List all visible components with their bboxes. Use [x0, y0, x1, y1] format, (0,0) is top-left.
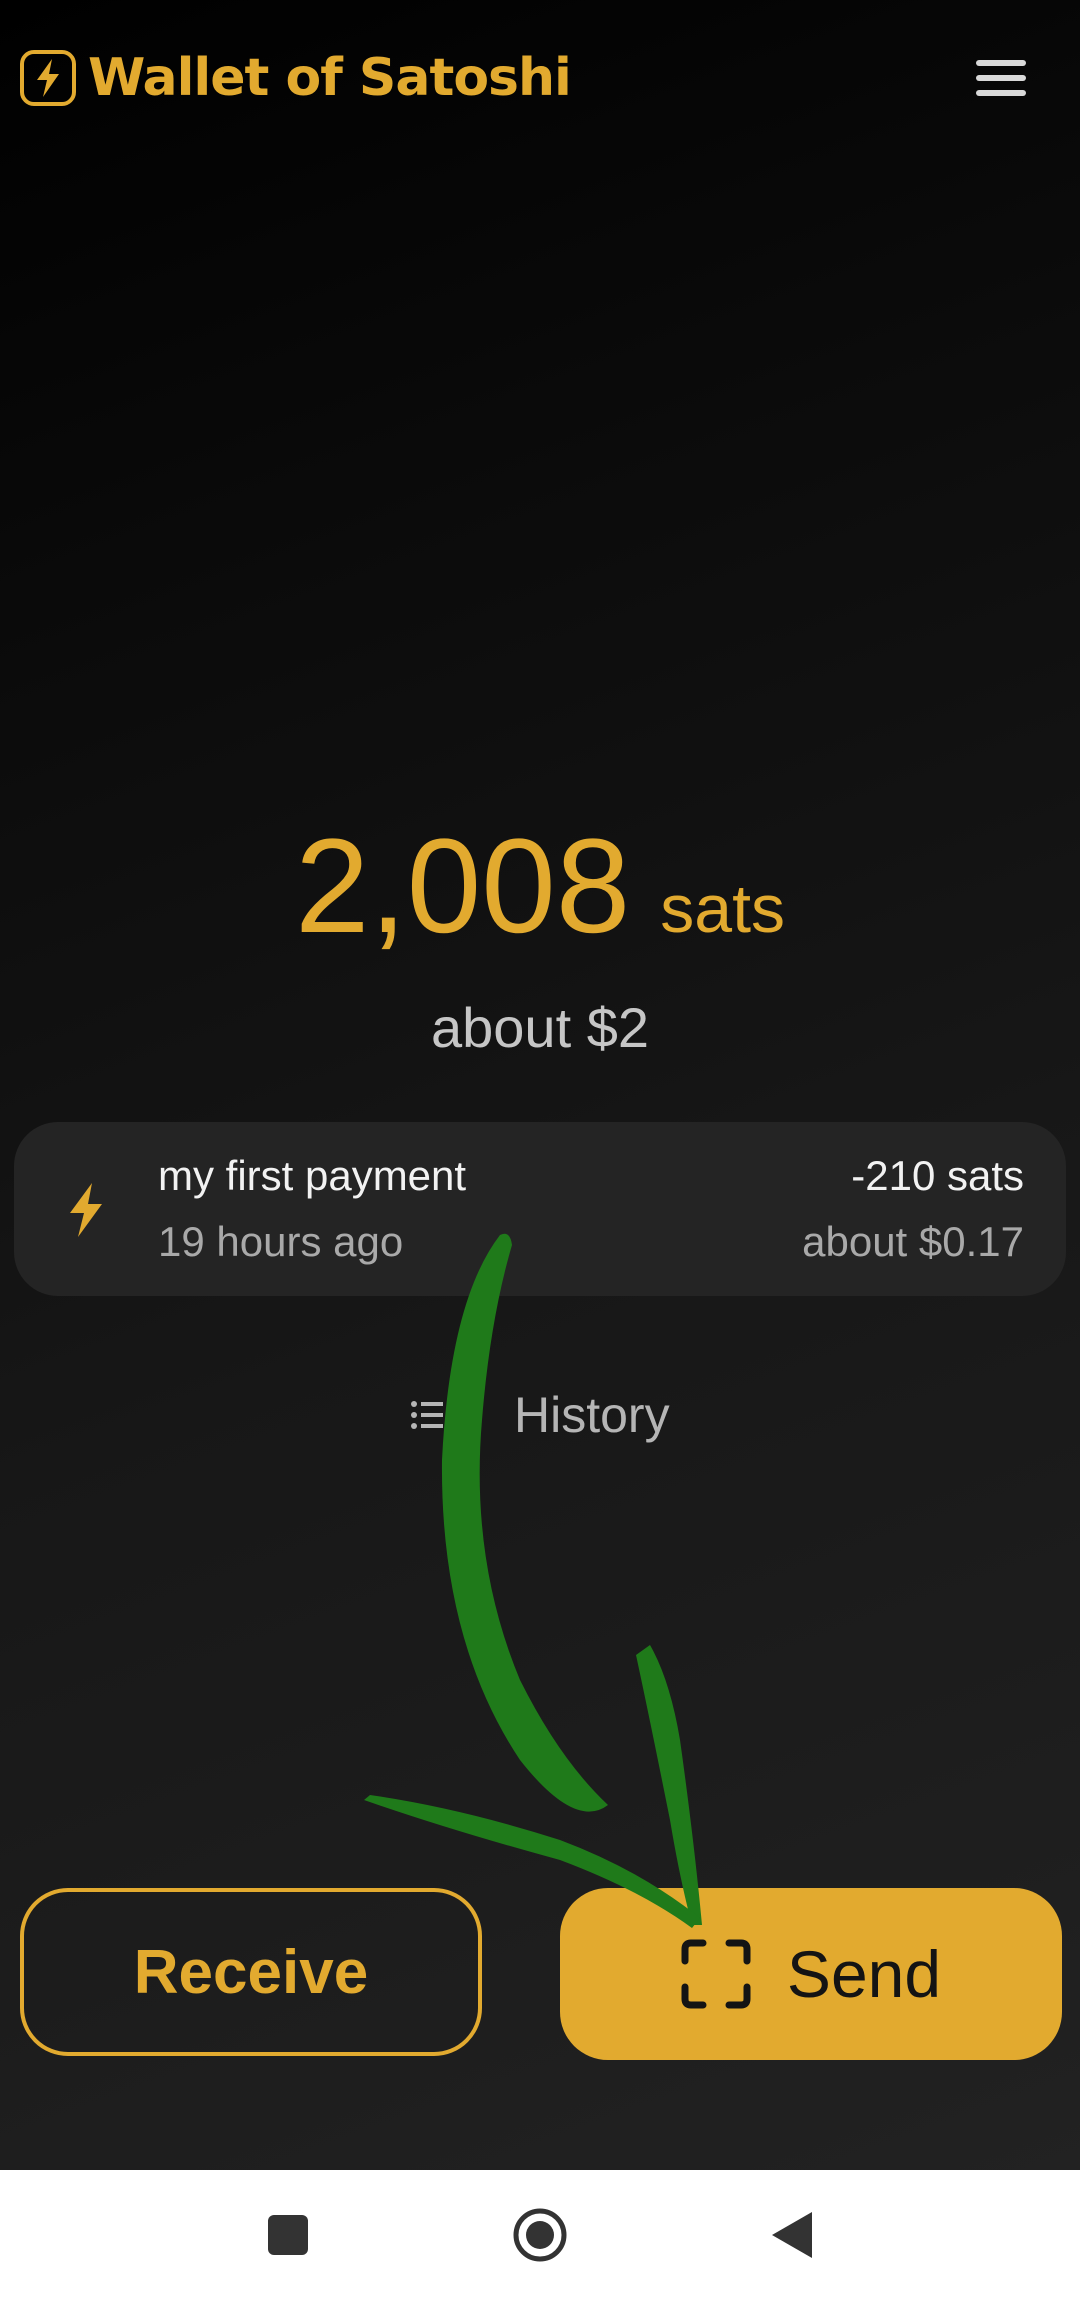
send-label: Send [786, 1937, 942, 2011]
balance-unit: sats [660, 871, 786, 947]
lightning-bolt-icon [70, 1183, 102, 1237]
receive-button[interactable]: Receive [20, 1888, 482, 2056]
transaction-amount: -210 sats [851, 1152, 1024, 1199]
recents-icon[interactable] [268, 2215, 308, 2255]
annotation-arrow [364, 1233, 702, 1928]
transaction-title: my first payment [158, 1152, 467, 1199]
list-icon [411, 1401, 443, 1429]
lightning-bolt-icon [20, 50, 76, 106]
recent-transaction[interactable]: my first payment 19 hours ago -210 sats … [14, 1122, 1066, 1296]
system-nav-bar [0, 2170, 1080, 2300]
hamburger-menu-icon[interactable] [974, 58, 1030, 98]
scan-icon [681, 1939, 751, 2009]
send-button[interactable]: Send [560, 1888, 1062, 2060]
transaction-time: 19 hours ago [158, 1218, 404, 1265]
history-label: History [514, 1387, 670, 1443]
receive-label: Receive [133, 1937, 369, 2007]
history-button[interactable]: History [410, 1385, 670, 1445]
app-logo: Wallet of Satoshi [20, 46, 572, 110]
balance-fiat: about $2 [431, 996, 649, 1059]
balance-display: 2,008 sats [0, 810, 1080, 963]
back-icon[interactable] [768, 2210, 814, 2260]
app-title: Wallet of Satoshi [88, 48, 572, 108]
app-screen: Wallet of Satoshi 2,008 sats about $2 my … [0, 0, 1080, 2170]
balance-amount: 2,008 [294, 812, 631, 961]
home-icon[interactable] [512, 2207, 568, 2263]
transaction-fiat: about $0.17 [802, 1218, 1024, 1265]
